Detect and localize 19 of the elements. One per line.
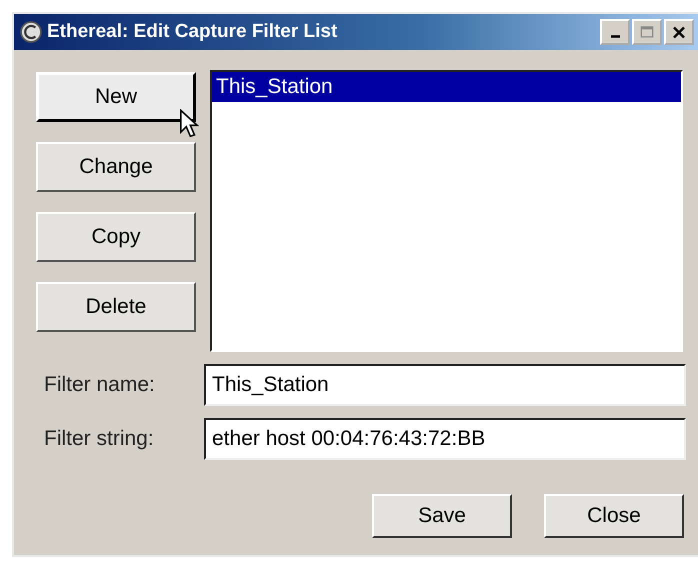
- window-title: Ethereal: Edit Capture Filter List: [47, 21, 338, 43]
- action-button[interactable]: New: [36, 72, 196, 122]
- maximize-icon: [638, 24, 656, 40]
- pointer-cursor-icon: [179, 109, 199, 139]
- field-label: Filter string:: [43, 427, 155, 451]
- dialog-button[interactable]: Close: [544, 494, 684, 538]
- action-button[interactable]: Change: [36, 142, 196, 192]
- action-button[interactable]: Delete: [36, 282, 196, 332]
- dialog-button[interactable]: Save: [372, 494, 512, 538]
- action-button[interactable]: Copy: [36, 212, 196, 262]
- close-button[interactable]: [664, 19, 694, 45]
- list-item[interactable]: This_Station: [212, 72, 681, 102]
- field-label: Filter name:: [43, 373, 156, 397]
- minimize-icon: [610, 35, 620, 38]
- input-field[interactable]: This_Station: [204, 364, 686, 406]
- app-logo-icon: [20, 21, 42, 43]
- input-field[interactable]: ether host 00:04:76:43:72:BB: [204, 418, 686, 460]
- minimize-button[interactable]: [600, 19, 630, 45]
- close-icon: [670, 24, 688, 40]
